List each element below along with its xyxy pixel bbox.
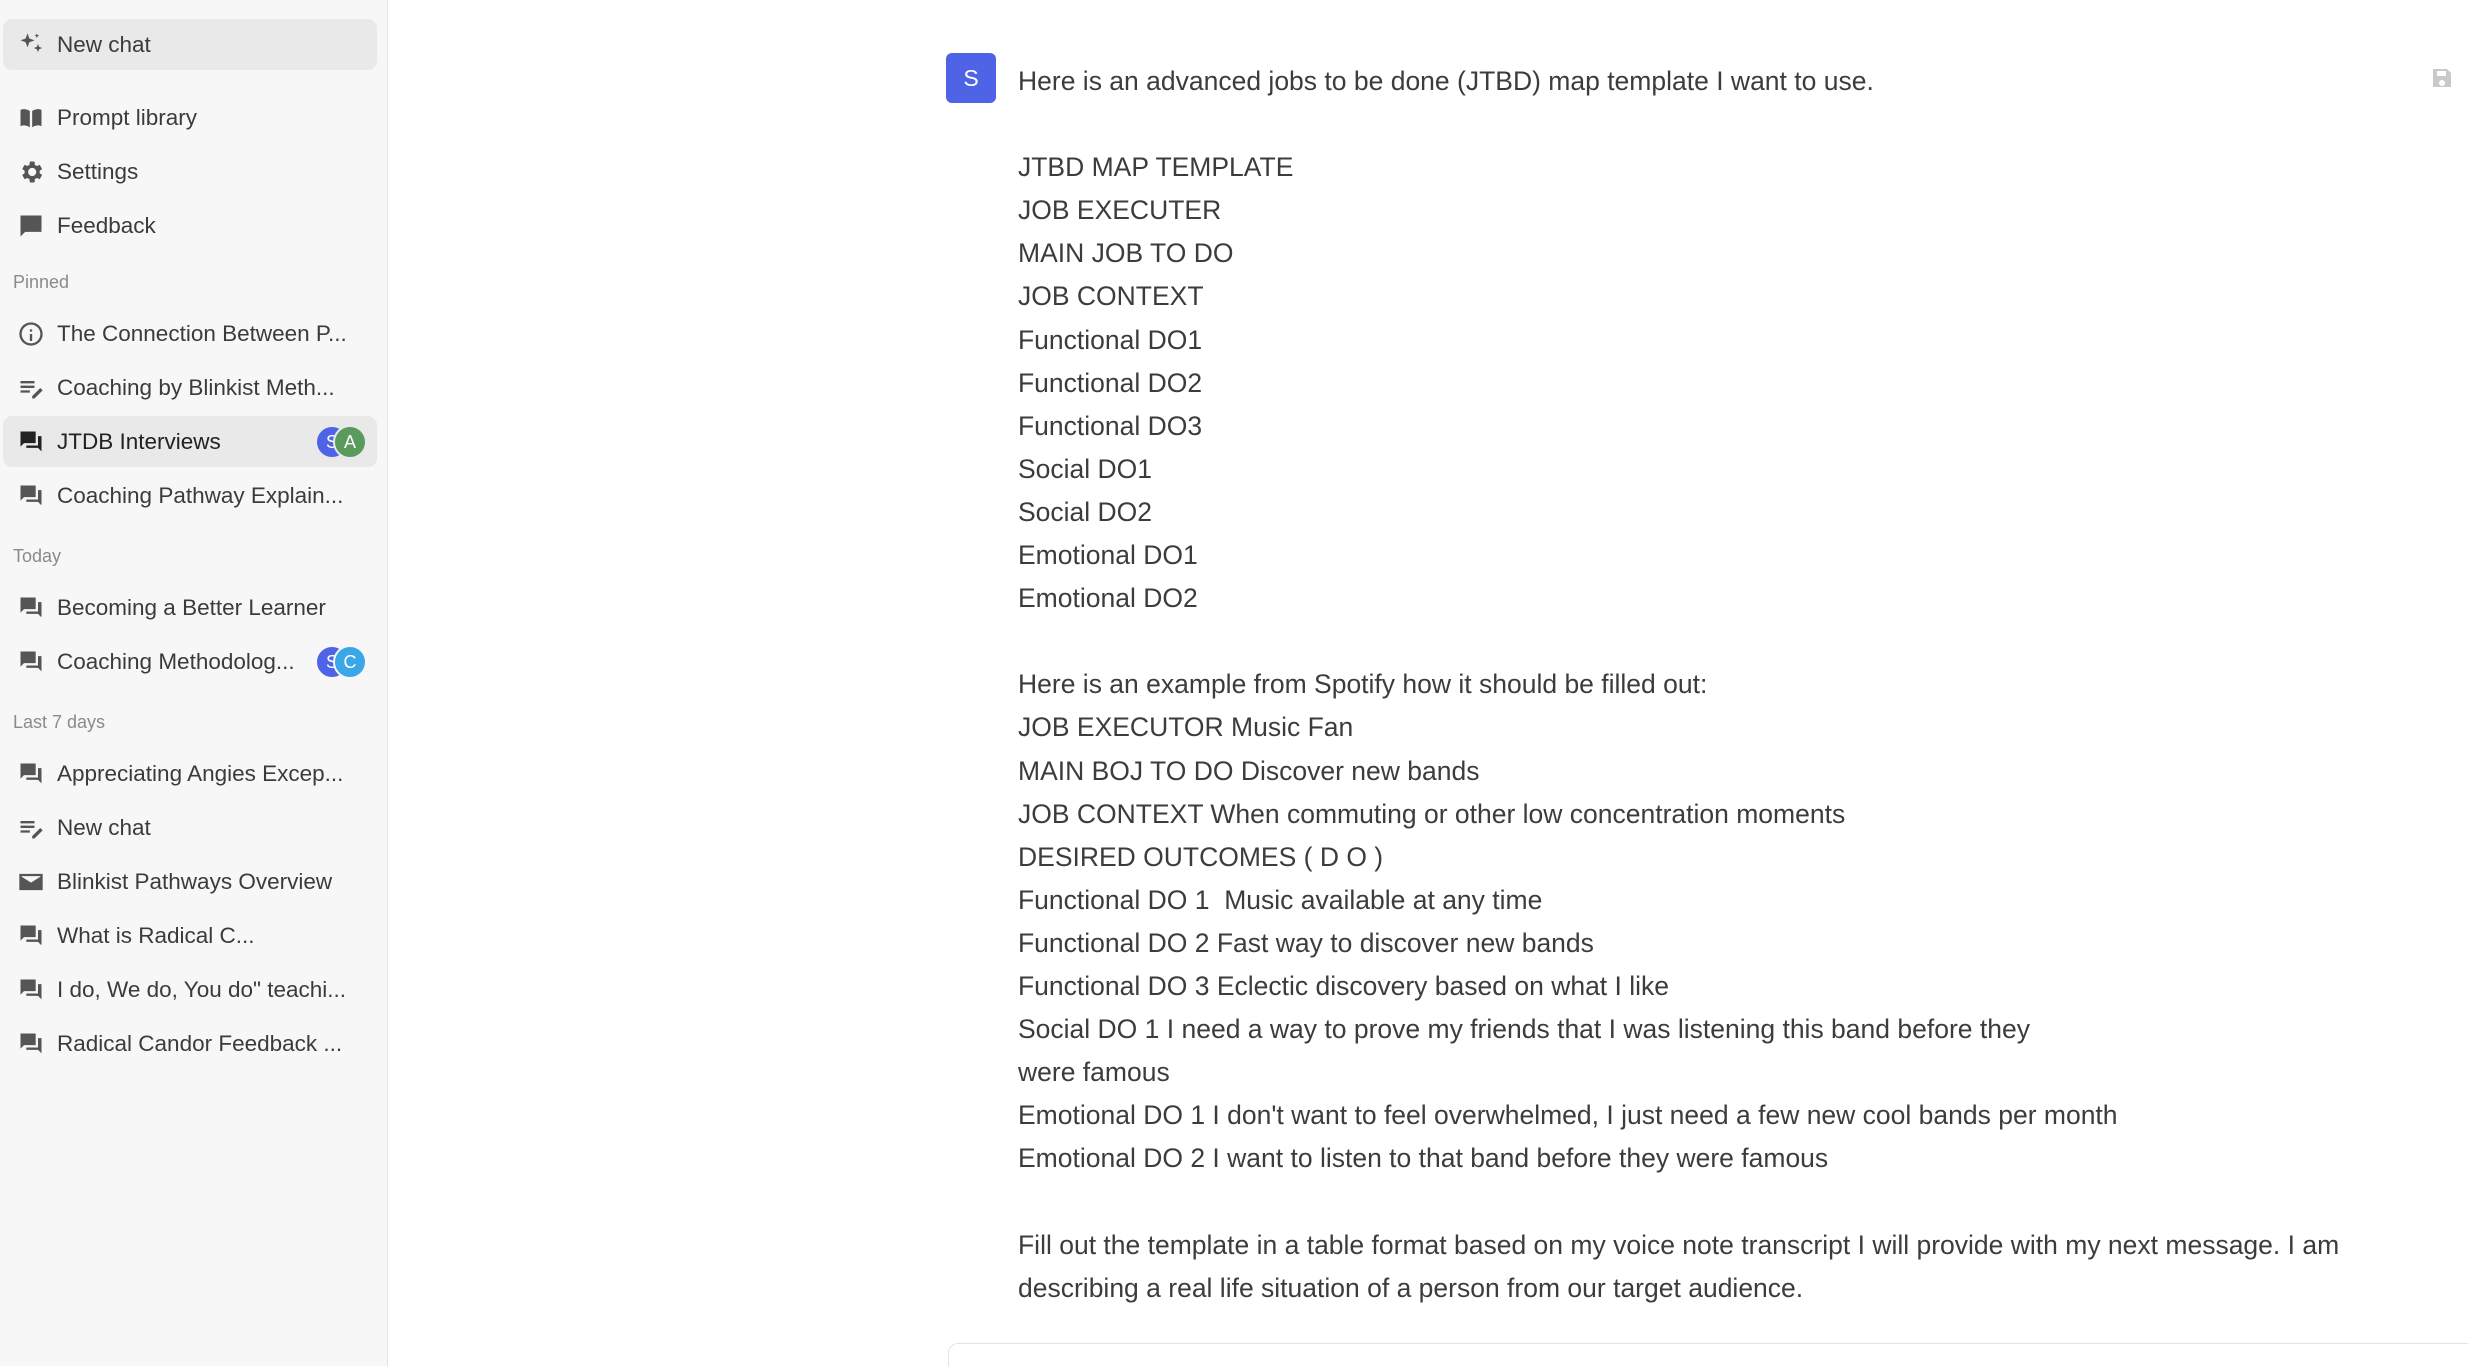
message-line: Functional DO 2 Fast way to discover new… [1018,927,1594,958]
gear-icon [16,157,46,187]
conversation-title: JTDB Interviews [57,428,221,454]
avatar: A [333,425,367,459]
conversation-title: Coaching Methodolog... [57,648,295,674]
chat-icon [16,647,46,677]
message-line: Emotional DO2 [1018,583,1198,614]
message-line: JOB CONTEXT When commuting or other low … [1018,798,1846,829]
message-line: JOB EXECUTOR Music Fan [1018,712,1354,743]
participant-avatars: S C [315,645,367,679]
save-icon[interactable] [2430,66,2454,90]
conversation-item[interactable]: Coaching Methodolog... S C [3,636,377,687]
new-chat-button[interactable]: New chat [3,19,377,70]
chat-main: S Here is an advanced jobs to be done (J… [388,0,2468,1366]
settings-label: Settings [57,158,139,184]
conversation-item[interactable]: Blinkist Pathways Overview [3,856,377,907]
settings-link[interactable]: Settings [3,146,377,197]
pinned-section-title: Pinned [13,272,70,292]
conversation-item[interactable]: Appreciating Angies Excep... [3,748,377,799]
message-line: Functional DO 1 Music available at any t… [1018,884,1543,915]
message-line: Emotional DO 1 I don't want to feel over… [1018,1100,2118,1131]
message-line: were famous [1018,1057,1170,1088]
prompt-library-link[interactable]: Prompt library [3,92,377,143]
participant-avatars: S A [315,425,367,459]
feedback-link[interactable]: Feedback [3,200,377,251]
message-line: MAIN JOB TO DO [1018,238,1234,269]
conversation-item[interactable]: New chat [3,802,377,853]
message-line: Fill out the template in a table format … [1018,1229,2340,1260]
conversation-title: The Connection Between P... [57,320,347,346]
message-line: Functional DO1 [1018,324,1203,355]
conversation-item[interactable]: Becoming a Better Learner [3,582,377,633]
message-line: JOB EXECUTER [1018,195,1222,226]
avatar: C [333,645,367,679]
conversation-title: New chat [57,814,151,840]
message-line: Here is an example from Spotify how it s… [1018,669,1708,700]
user-message: Here is an advanced jobs to be done (JTB… [1018,60,2378,1310]
message-line: Functional DO3 [1018,410,1203,441]
conversation-title: Appreciating Angies Excep... [57,760,344,786]
feedback-icon [16,211,46,241]
chat-icon [16,1029,46,1059]
message-line [1018,620,2378,663]
message-composer[interactable] [948,1343,2468,1366]
new-chat-label: New chat [57,31,151,57]
message-line: DESIRED OUTCOMES ( D O ) [1018,841,1384,872]
edit-list-icon [16,373,46,403]
today-section-title: Today [13,546,62,566]
message-line: Here is an advanced jobs to be done (JTB… [1018,66,1874,96]
conversation-title: What is Radical C... [57,922,255,948]
book-icon [16,103,46,133]
chat-icon [16,921,46,951]
conversation-item[interactable]: Coaching Pathway Explain... [3,470,377,521]
conversation-title: Blinkist Pathways Overview [57,868,333,894]
message-line: JTBD MAP TEMPLATE [1018,152,1294,183]
message-line [1018,103,2378,146]
sidebar: New chat Prompt library Settings Feedbac… [0,0,388,1366]
message-line: Social DO1 [1018,453,1153,484]
conversation-title: Becoming a Better Learner [57,594,326,620]
conversation-title: I do, We do, You do" teachi... [57,976,347,1002]
chat-icon [16,975,46,1005]
chat-icon [16,759,46,789]
edit-list-icon [16,813,46,843]
message-line: Social DO 1 I need a way to prove my fri… [1018,1014,2030,1045]
message-line: describing a real life situation of a pe… [1018,1272,1804,1303]
info-icon [16,319,46,349]
message-line: Emotional DO1 [1018,540,1198,571]
conversation-item[interactable]: Coaching by Blinkist Meth... [3,362,377,413]
message-line: JOB CONTEXT [1018,281,1204,312]
conversation-item[interactable]: What is Radical C... [3,910,377,961]
message-line: MAIN BOJ TO DO Discover new bands [1018,755,1480,786]
message-line: Emotional DO 2 I want to listen to that … [1018,1143,1829,1174]
message-line: Functional DO 3 Eclectic discovery based… [1018,970,1670,1001]
conversation-title: Coaching by Blinkist Meth... [57,374,335,400]
sparkle-icon [16,30,46,60]
conversation-item[interactable]: The Connection Between P... [3,308,377,359]
message-line: Social DO2 [1018,496,1153,527]
conversation-item-active[interactable]: JTDB Interviews S A [3,416,377,467]
conversation-item[interactable]: I do, We do, You do" teachi... [3,964,377,1015]
mail-icon [16,867,46,897]
chat-icon [16,593,46,623]
chat-icon [16,481,46,511]
chat-icon [16,427,46,457]
message-line [1018,1180,2378,1223]
user-avatar: S [946,53,996,103]
conversation-title: Radical Candor Feedback ... [57,1030,343,1056]
conversation-title: Coaching Pathway Explain... [57,482,344,508]
conversation-item[interactable]: Radical Candor Feedback ... [3,1018,377,1069]
last7-section-title: Last 7 days [13,712,106,732]
prompt-library-label: Prompt library [57,104,198,130]
message-line: Functional DO2 [1018,367,1203,398]
feedback-label: Feedback [57,212,156,238]
